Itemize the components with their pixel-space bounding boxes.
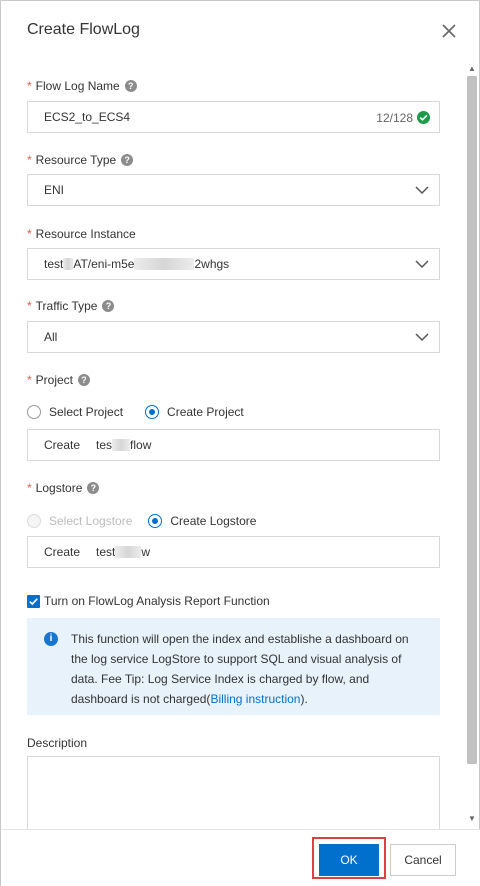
check-circle-icon	[417, 111, 430, 124]
project-name-input[interactable]: Create tes flow	[27, 429, 440, 461]
traffic-type-label-text: Traffic Type	[35, 299, 98, 313]
redacted-text	[112, 439, 131, 451]
close-icon[interactable]	[439, 21, 459, 41]
required-mark: *	[27, 373, 32, 387]
create-flowlog-dialog: Create FlowLog * Flow Log Name ? ECS2_to…	[0, 0, 480, 886]
select-project-radio[interactable]	[27, 405, 41, 419]
cancel-button[interactable]: Cancel	[390, 844, 456, 876]
help-icon[interactable]: ?	[124, 80, 137, 92]
dialog-title: Create FlowLog	[27, 21, 140, 38]
chevron-down-icon	[415, 260, 429, 269]
flow-log-name-counter: 12/128	[376, 111, 413, 125]
project-radio-group: Select Project Create Project	[27, 404, 244, 420]
required-mark: *	[27, 227, 32, 241]
flow-log-name-label-text: Flow Log Name	[35, 79, 120, 93]
logstore-value-start: test	[96, 545, 116, 559]
select-logstore-radio	[27, 514, 41, 528]
create-project-radio[interactable]	[145, 405, 160, 419]
traffic-type-value: All	[44, 330, 58, 344]
ok-button[interactable]: OK	[319, 844, 379, 876]
resource-type-label: * Resource Type ?	[27, 153, 134, 167]
scroll-down-icon[interactable]: ▼	[467, 815, 477, 823]
help-icon[interactable]: ?	[102, 300, 115, 312]
redacted-text	[115, 546, 142, 558]
info-notice-text: This function will open the index and es…	[71, 629, 426, 709]
resource-instance-value-start: test	[44, 257, 64, 271]
logstore-label: * Logstore ?	[27, 481, 100, 495]
required-mark: *	[27, 481, 32, 495]
info-notice: i This function will open the index and …	[27, 618, 440, 715]
logstore-input-prefix: Create	[44, 545, 81, 559]
checkbox-checked-icon[interactable]	[27, 595, 40, 608]
logstore-label-text: Logstore	[35, 481, 83, 495]
resource-instance-value-end: 2whgs	[194, 257, 230, 271]
scrollbar-thumb[interactable]	[467, 76, 477, 764]
redacted-text	[63, 258, 74, 270]
traffic-type-select[interactable]: All	[27, 321, 440, 353]
traffic-type-label: * Traffic Type ?	[27, 299, 115, 313]
create-logstore-radio[interactable]	[148, 514, 163, 528]
project-input-prefix: Create	[44, 438, 81, 452]
billing-instruction-link[interactable]: Billing instruction	[210, 692, 300, 706]
resource-type-value: ENI	[44, 183, 65, 197]
chevron-down-icon	[415, 186, 429, 195]
create-project-label[interactable]: Create Project	[167, 405, 244, 419]
flow-log-name-input[interactable]: ECS2_to_ECS4 12/128	[27, 101, 440, 133]
resource-instance-label-text: Resource Instance	[35, 227, 136, 241]
logstore-name-input[interactable]: Create test w	[27, 536, 440, 568]
chevron-down-icon	[415, 333, 429, 342]
analysis-report-label[interactable]: Turn on FlowLog Analysis Report Function	[44, 594, 270, 608]
info-text-end: ).	[300, 692, 308, 706]
help-icon[interactable]: ?	[121, 154, 134, 166]
resource-type-label-text: Resource Type	[35, 153, 117, 167]
project-label-text: Project	[35, 373, 74, 387]
select-project-label[interactable]: Select Project	[49, 405, 123, 419]
select-logstore-label: Select Logstore	[49, 514, 133, 528]
info-circle-icon: i	[44, 632, 58, 646]
project-value-start: tes	[96, 438, 113, 452]
scroll-up-icon[interactable]: ▲	[467, 65, 477, 73]
required-mark: *	[27, 299, 32, 313]
description-textarea[interactable]	[27, 756, 440, 836]
resource-instance-label: * Resource Instance	[27, 227, 136, 241]
resource-instance-select[interactable]: test AT/eni-m5e 2whgs	[27, 248, 440, 280]
project-value-end: flow	[130, 438, 152, 452]
project-label: * Project ?	[27, 373, 91, 387]
create-logstore-label[interactable]: Create Logstore	[170, 514, 256, 528]
help-icon[interactable]: ?	[87, 482, 100, 494]
redacted-text	[134, 258, 195, 270]
logstore-value-end: w	[141, 545, 151, 559]
flow-log-name-label: * Flow Log Name ?	[27, 79, 137, 93]
resource-instance-value-mid: AT/eni-m5e	[73, 257, 135, 271]
required-mark: *	[27, 153, 32, 167]
required-mark: *	[27, 79, 32, 93]
resource-type-select[interactable]: ENI	[27, 174, 440, 206]
flow-log-name-value: ECS2_to_ECS4	[44, 110, 131, 124]
description-label: Description	[27, 736, 88, 750]
help-icon[interactable]: ?	[78, 374, 91, 386]
logstore-radio-group: Select Logstore Create Logstore	[27, 513, 256, 529]
